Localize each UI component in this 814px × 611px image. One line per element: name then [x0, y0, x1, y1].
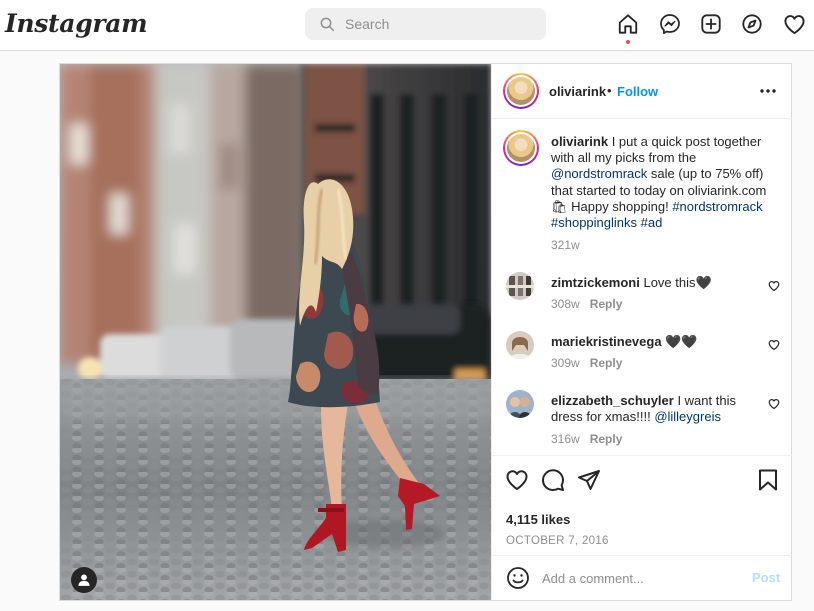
notification-dot	[626, 40, 630, 44]
messenger-icon[interactable]	[658, 12, 682, 36]
post-header: oliviarink • Follow	[492, 64, 792, 119]
explore-icon[interactable]	[740, 12, 764, 36]
comment-avatar[interactable]	[506, 331, 534, 359]
add-comment-bar: Post	[492, 555, 792, 600]
caption-hashtag[interactable]: #shoppinglinks	[551, 215, 637, 230]
comment-username[interactable]: mariekristinevega	[551, 334, 662, 349]
post-card: oliviarink • Follow oliviarink I put a q…	[59, 63, 792, 601]
comment-meta: 309w Reply	[551, 356, 622, 370]
home-icon[interactable]	[616, 12, 640, 36]
comment-age[interactable]: 316w	[551, 432, 580, 446]
comment-age[interactable]: 309w	[551, 356, 580, 370]
comment-text: mariekristinevega 🖤🖤	[551, 334, 761, 350]
reply-button[interactable]: Reply	[590, 297, 623, 311]
comment-icon[interactable]	[541, 468, 565, 492]
search-input[interactable]	[345, 16, 525, 32]
comment-avatar[interactable]	[506, 272, 534, 300]
comment-like-icon[interactable]	[768, 280, 780, 292]
comment-body: 🖤🖤	[661, 334, 698, 349]
caption-username[interactable]: oliviarink	[551, 134, 608, 149]
comment-like-icon[interactable]	[768, 398, 780, 410]
comment-meta: 308w Reply	[551, 297, 622, 311]
post-caption: oliviarink I put a quick post together w…	[551, 134, 777, 231]
tagged-user-icon[interactable]	[71, 567, 97, 593]
author-username[interactable]: oliviarink	[549, 84, 606, 99]
comment-mention[interactable]: @lilleygreis	[654, 409, 721, 424]
caption-hashtag[interactable]: #ad	[641, 215, 663, 230]
comments-section[interactable]: oliviarink I put a quick post together w…	[492, 120, 792, 454]
caption-age[interactable]: 321w	[551, 238, 580, 252]
header-separator: •	[607, 83, 612, 98]
caption-author-avatar[interactable]	[503, 130, 539, 166]
caption-mention[interactable]: @nordstromrack	[551, 166, 647, 181]
new-post-icon[interactable]	[699, 12, 723, 36]
reply-button[interactable]: Reply	[590, 432, 623, 446]
search-icon	[320, 17, 335, 32]
comment-like-icon[interactable]	[768, 339, 780, 351]
reply-button[interactable]: Reply	[590, 356, 623, 370]
post-photo[interactable]	[60, 64, 491, 600]
post-actions: 4,115 likes OCTOBER 7, 2016	[492, 455, 792, 555]
save-bookmark-icon[interactable]	[756, 468, 780, 492]
comment-age[interactable]: 308w	[551, 297, 580, 311]
activity-heart-icon[interactable]	[782, 12, 806, 36]
author-avatar[interactable]	[503, 73, 539, 109]
search-box[interactable]	[305, 8, 546, 40]
post-side-panel: oliviarink • Follow oliviarink I put a q…	[491, 64, 792, 600]
like-heart-icon[interactable]	[505, 468, 529, 492]
post-comment-button[interactable]: Post	[752, 570, 780, 585]
post-photo-illustration	[60, 64, 491, 600]
comment-text: zimtzickemoni Love this🖤	[551, 275, 761, 291]
top-navigation-bar: Instagram	[0, 0, 814, 51]
emoji-icon[interactable]	[506, 566, 530, 590]
share-icon[interactable]	[577, 468, 601, 492]
comment-username[interactable]: zimtzickemoni	[551, 275, 640, 290]
more-options-icon[interactable]	[758, 81, 778, 101]
follow-button[interactable]: Follow	[617, 84, 658, 99]
comment-meta: 316w Reply	[551, 432, 622, 446]
comment-text: elizzabeth_schuyler I want this dress fo…	[551, 393, 761, 425]
post-date[interactable]: OCTOBER 7, 2016	[506, 535, 609, 547]
instagram-logo[interactable]: Instagram	[5, 9, 148, 38]
comment-avatar[interactable]	[506, 390, 534, 418]
comment-username[interactable]: elizzabeth_schuyler	[551, 393, 674, 408]
comment-body: Love this🖤	[639, 275, 712, 290]
likes-count[interactable]: 4,115 likes	[506, 512, 570, 527]
add-comment-input[interactable]	[542, 569, 742, 587]
caption-hashtag[interactable]: #nordstromrack	[672, 199, 762, 214]
